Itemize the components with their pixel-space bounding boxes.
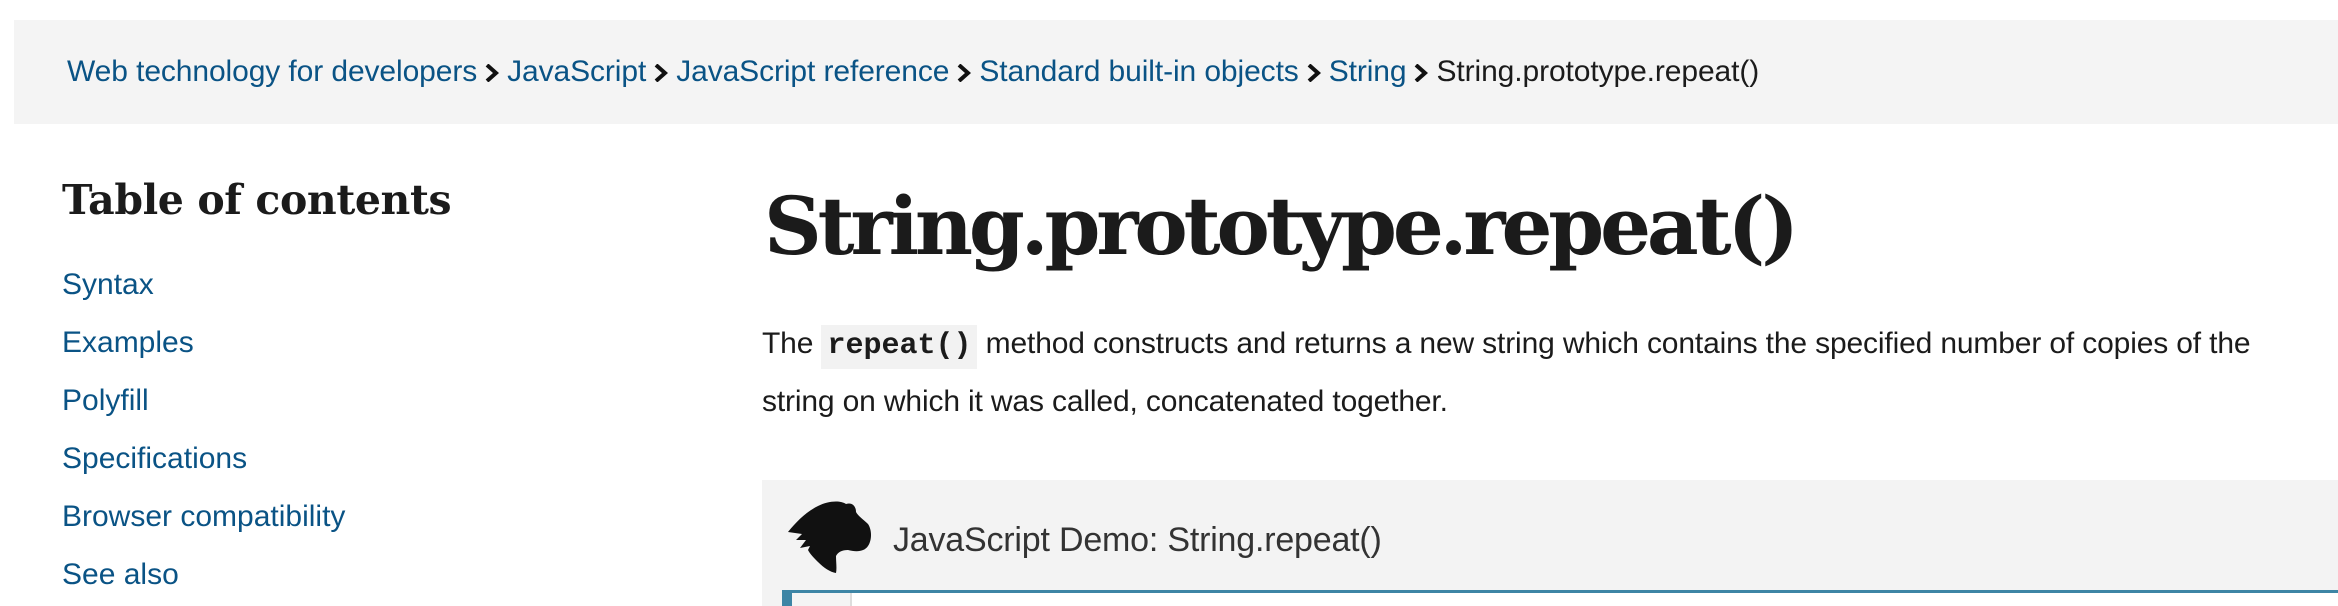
breadcrumb-bar: Web technology for developers JavaScript… xyxy=(14,20,2338,124)
breadcrumb-link-javascript[interactable]: JavaScript xyxy=(507,55,646,89)
breadcrumb-link-web-technology[interactable]: Web technology for developers xyxy=(67,55,477,89)
toc-link-polyfill[interactable]: Polyfill xyxy=(62,384,149,417)
dino-icon xyxy=(784,500,872,574)
chevron-right-icon xyxy=(1301,57,1327,87)
breadcrumb-link-string[interactable]: String xyxy=(1329,55,1407,89)
intro-text-after: method constructs and returns a new stri… xyxy=(762,327,2251,418)
code-editor[interactable] xyxy=(782,590,2338,606)
toc-link-examples[interactable]: Examples xyxy=(62,326,194,359)
toc-item: See also xyxy=(62,546,345,604)
inline-code: repeat() xyxy=(821,325,978,369)
breadcrumb: Web technology for developers JavaScript… xyxy=(67,20,1759,124)
chevron-right-icon xyxy=(479,57,505,87)
toc-link-see-also[interactable]: See also xyxy=(62,558,179,591)
chevron-right-icon xyxy=(951,57,977,87)
toc-title: Table of contents xyxy=(62,176,452,224)
toc-item: Browser compatibility xyxy=(62,488,345,546)
breadcrumb-link-standard-built-in-objects[interactable]: Standard built-in objects xyxy=(979,55,1298,89)
intro-paragraph: The repeat() method constructs and retur… xyxy=(762,316,2302,430)
chevron-right-icon xyxy=(1408,57,1434,87)
interactive-demo: JavaScript Demo: String.repeat() xyxy=(762,480,2338,606)
breadcrumb-link-javascript-reference[interactable]: JavaScript reference xyxy=(676,55,949,89)
breadcrumb-current-page: String.prototype.repeat() xyxy=(1436,55,1760,88)
editor-line-gutter xyxy=(792,593,852,606)
demo-title: JavaScript Demo: String.repeat() xyxy=(893,521,1382,559)
toc-item: Specifications xyxy=(62,430,345,488)
toc-item: Polyfill xyxy=(62,372,345,430)
toc-list: Syntax Examples Polyfill Specifications … xyxy=(62,256,345,604)
toc-link-specifications[interactable]: Specifications xyxy=(62,442,247,475)
toc-item: Syntax xyxy=(62,256,345,314)
toc-item: Examples xyxy=(62,314,345,372)
editor-accent-bar xyxy=(782,593,792,606)
table-of-contents: Table of contents Syntax Examples Polyfi… xyxy=(62,170,662,591)
chevron-right-icon xyxy=(648,57,674,87)
page-title: String.prototype.repeat() xyxy=(764,179,1799,273)
toc-link-syntax[interactable]: Syntax xyxy=(62,268,154,301)
intro-text-before: The xyxy=(762,327,822,360)
toc-link-browser-compatibility[interactable]: Browser compatibility xyxy=(62,500,345,533)
